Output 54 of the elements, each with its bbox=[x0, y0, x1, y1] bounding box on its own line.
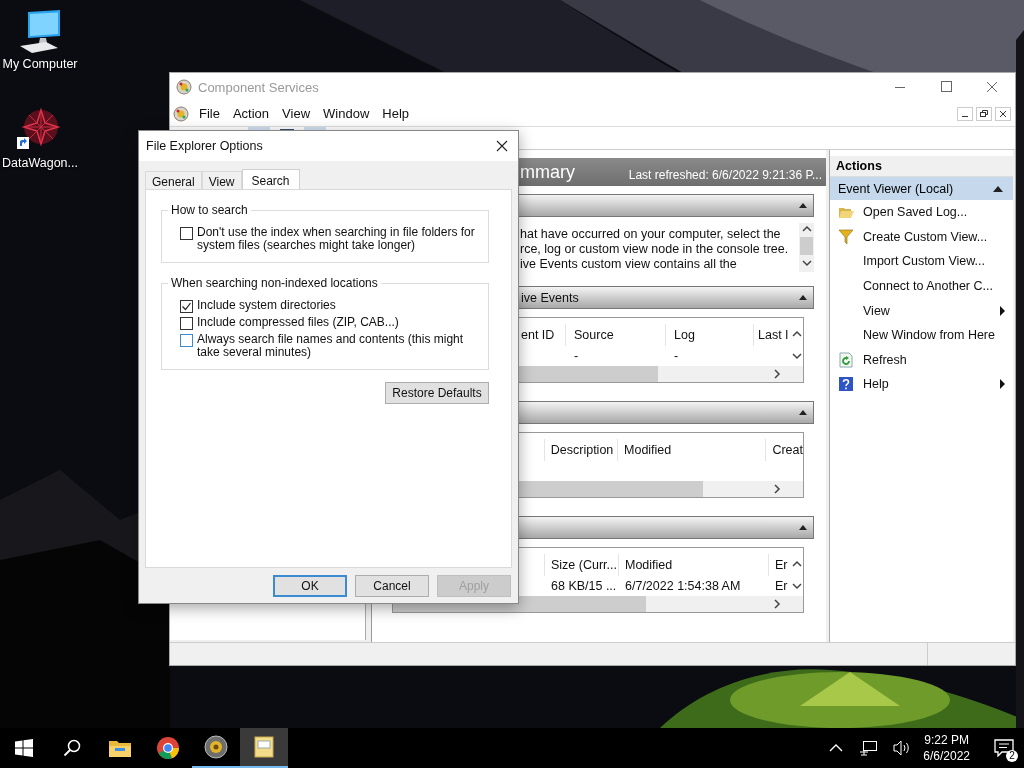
column-header[interactable]: Creat bbox=[766, 439, 803, 461]
dialog-button[interactable]: OK bbox=[273, 575, 347, 597]
task-link[interactable]: Help bbox=[830, 372, 1013, 397]
dialog-button[interactable]: Cancel bbox=[355, 575, 429, 597]
checkbox-label[interactable]: Don't use the index when searching in file folders for system files (searches might take longer) bbox=[197, 226, 478, 252]
description-text: rce, log or custom view node in the console tree. bbox=[520, 242, 790, 257]
desktop-icon-label[interactable]: DataWagon... bbox=[2, 156, 78, 170]
column-header[interactable]: Description bbox=[544, 439, 619, 461]
column-header[interactable]: Last I bbox=[754, 324, 789, 346]
actions-header: Actions bbox=[830, 156, 1013, 177]
tab[interactable]: General bbox=[145, 171, 202, 189]
task-link[interactable]: View bbox=[830, 298, 1013, 323]
last-refreshed-text: Last refreshed: 6/6/2022 9:21:36 P... bbox=[628, 168, 822, 182]
table-cell-text: 68 KB/15 ... bbox=[550, 579, 618, 593]
notification-badge: 2 bbox=[1006, 750, 1018, 762]
dialog-title: File Explorer Options bbox=[146, 139, 264, 153]
column-header[interactable]: Source bbox=[566, 324, 666, 346]
table-cell-text: - bbox=[673, 349, 680, 363]
table-cell-text: - bbox=[573, 349, 580, 363]
desktop-icon-label[interactable]: My Computer bbox=[2, 57, 78, 71]
tab[interactable]: View bbox=[201, 171, 242, 189]
description-text: ive Events custom view contains all the bbox=[520, 257, 738, 272]
actions-group-header[interactable]: Event Viewer (Local) bbox=[830, 177, 1013, 200]
tab[interactable]: Search bbox=[241, 169, 300, 189]
restore-defaults-button[interactable]: Restore Defaults bbox=[385, 382, 489, 404]
task-link[interactable]: Import Custom View... bbox=[830, 249, 1013, 274]
table-cell-text: Er bbox=[774, 579, 788, 593]
checkbox-label[interactable]: Include system directories bbox=[197, 299, 336, 312]
group-title: When searching non-indexed locations bbox=[168, 276, 381, 290]
checkbox-label[interactable]: Include compressed files (ZIP, CAB...) bbox=[197, 316, 399, 329]
menu-item[interactable]: File bbox=[195, 106, 229, 121]
column-header[interactable]: Log bbox=[666, 324, 754, 346]
window-title: Component Services bbox=[198, 79, 320, 95]
summary-title: mmary bbox=[520, 161, 576, 184]
clock[interactable]: 9:22 PM 6/6/2022 bbox=[923, 732, 970, 764]
column-header[interactable]: Er bbox=[769, 554, 788, 576]
column-header[interactable]: ent ID bbox=[521, 324, 566, 346]
column-header[interactable]: Modified bbox=[618, 439, 767, 461]
task-link[interactable]: Open Saved Log... bbox=[830, 200, 1013, 225]
task-link[interactable]: Connect to Another C... bbox=[830, 273, 1013, 299]
column-header[interactable]: Size (Curr... bbox=[545, 554, 619, 576]
task-link[interactable]: New Window from Here bbox=[830, 322, 1013, 348]
menu-item[interactable]: Help bbox=[378, 106, 419, 121]
task-link[interactable]: Refresh bbox=[830, 347, 1013, 373]
column-header[interactable]: Modified bbox=[619, 554, 769, 576]
task-link[interactable]: Create Custom View... bbox=[830, 224, 1013, 250]
menu-item[interactable]: Action bbox=[228, 106, 279, 121]
section-title: ive Events bbox=[521, 290, 580, 305]
group-title: How to search bbox=[168, 203, 251, 217]
menu-item[interactable]: View bbox=[278, 106, 320, 121]
menu-item[interactable]: Window bbox=[319, 106, 379, 121]
checkbox-label[interactable]: Always search file names and contents (this might take several minutes) bbox=[197, 333, 478, 359]
table-cell-text: 6/7/2022 1:54:38 AM bbox=[624, 579, 742, 593]
description-text: hat have occurred on your computer, select the bbox=[520, 227, 782, 242]
